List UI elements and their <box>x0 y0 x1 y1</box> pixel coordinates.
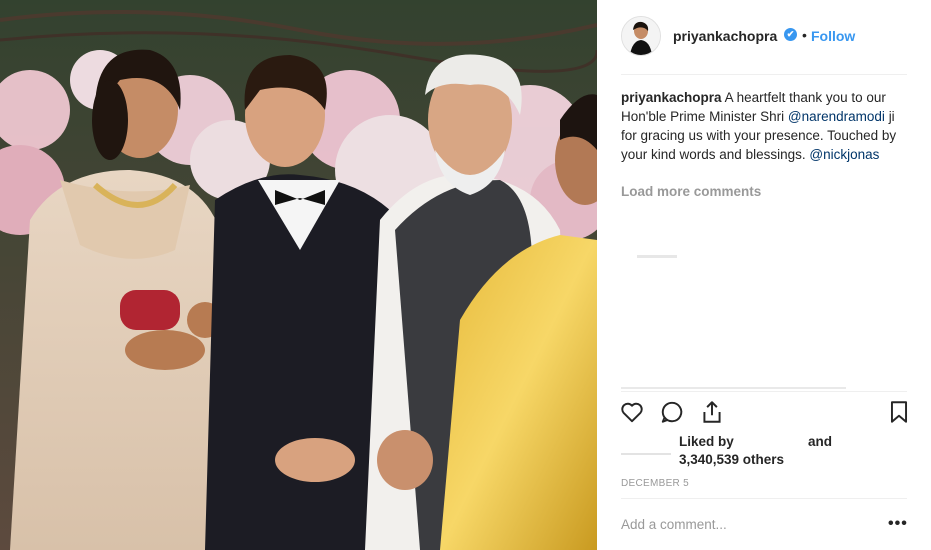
divider <box>621 391 907 392</box>
separator-dot: • <box>802 27 807 43</box>
bookmark-icon[interactable] <box>886 399 912 425</box>
post-photo[interactable] <box>0 0 597 550</box>
post-header: priyankachopra ✔ • Follow <box>597 0 931 74</box>
load-more-comments-button[interactable]: Load more comments <box>621 184 761 199</box>
mention-nickjonas[interactable]: @nickjonas <box>809 147 879 162</box>
faded-comment-fragment <box>637 255 677 258</box>
share-icon[interactable] <box>699 399 725 425</box>
liked-by-and: and <box>808 434 833 449</box>
more-options-button[interactable]: ••• <box>888 515 908 533</box>
heart-icon[interactable] <box>619 399 645 425</box>
mention-narendramodi[interactable]: @narendramodi <box>788 109 885 124</box>
post-date: DECEMBER 5 <box>621 478 690 489</box>
faded-text-fragment <box>621 453 671 455</box>
divider <box>621 498 907 499</box>
follow-button[interactable]: Follow <box>811 28 855 44</box>
comment-icon[interactable] <box>659 399 685 425</box>
divider <box>621 74 907 75</box>
post-caption: priyankachopra A heartfelt thank you to … <box>621 88 911 164</box>
likes-count[interactable]: 3,340,539 others <box>679 452 784 467</box>
faded-comment-fragment <box>621 387 846 389</box>
avatar[interactable] <box>621 16 661 56</box>
photo-illustration <box>0 0 597 550</box>
username[interactable]: priyankachopra <box>673 28 777 44</box>
instagram-post: priyankachopra ✔ • Follow priyankachopra… <box>0 0 931 550</box>
liked-by-label: Liked by <box>679 434 734 449</box>
avatar-image <box>622 17 660 55</box>
add-comment-input[interactable]: Add a comment... <box>621 517 727 532</box>
post-panel: priyankachopra ✔ • Follow priyankachopra… <box>597 0 931 550</box>
verified-badge-icon: ✔ <box>784 28 797 41</box>
caption-username[interactable]: priyankachopra <box>621 90 722 105</box>
